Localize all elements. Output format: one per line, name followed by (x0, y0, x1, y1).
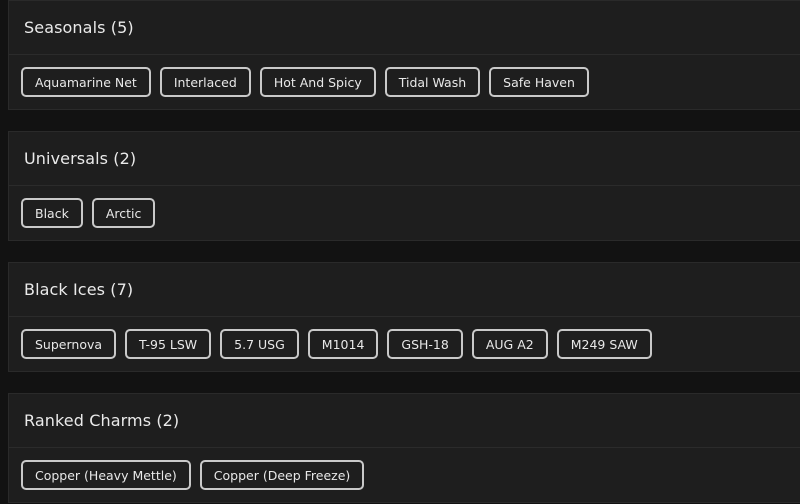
tag-aquamarine-net[interactable]: Aquamarine Net (21, 67, 151, 97)
tag-arctic[interactable]: Arctic (91, 198, 156, 228)
section-universals: Universals (2) Black Arctic (8, 131, 800, 241)
tag-supernova[interactable]: Supernova (21, 329, 117, 359)
tag-copper-deep-freeze[interactable]: Copper (Deep Freeze) (199, 460, 365, 490)
tag-tidal-wash[interactable]: Tidal Wash (384, 67, 481, 97)
tag-aug-a2[interactable]: AUG A2 (471, 329, 548, 359)
tag-m249-saw[interactable]: M249 SAW (556, 329, 652, 359)
tag-list: Black Arctic (9, 186, 800, 240)
tag-t95-lsw[interactable]: T-95 LSW (125, 329, 212, 359)
tag-list: Aquamarine Net Interlaced Hot And Spicy … (9, 55, 800, 109)
section-title: Black Ices (7) (24, 280, 134, 299)
tag-copper-heavy-mettle[interactable]: Copper (Heavy Mettle) (21, 460, 191, 490)
section-title: Universals (2) (24, 149, 137, 168)
section-title: Ranked Charms (2) (24, 411, 180, 430)
section-title: Seasonals (5) (24, 18, 134, 37)
tag-interlaced[interactable]: Interlaced (159, 67, 251, 97)
section-seasonals: Seasonals (5) Aquamarine Net Interlaced … (8, 0, 800, 110)
section-ranked-charms: Ranked Charms (2) Copper (Heavy Mettle) … (8, 393, 800, 503)
section-header: Black Ices (7) (9, 263, 800, 317)
tag-gsh-18[interactable]: GSH-18 (387, 329, 463, 359)
tag-hot-and-spicy[interactable]: Hot And Spicy (259, 67, 376, 97)
section-header: Universals (2) (9, 132, 800, 186)
tag-black[interactable]: Black (21, 198, 83, 228)
tag-m1014[interactable]: M1014 (307, 329, 379, 359)
tag-safe-haven[interactable]: Safe Haven (489, 67, 589, 97)
tag-list: Supernova T-95 LSW 5.7 USG M1014 GSH-18 … (9, 317, 800, 371)
tag-57-usg[interactable]: 5.7 USG (220, 329, 299, 359)
tag-list: Copper (Heavy Mettle) Copper (Deep Freez… (9, 448, 800, 502)
section-black-ices: Black Ices (7) Supernova T-95 LSW 5.7 US… (8, 262, 800, 372)
section-header: Seasonals (5) (9, 1, 800, 55)
section-header: Ranked Charms (2) (9, 394, 800, 448)
